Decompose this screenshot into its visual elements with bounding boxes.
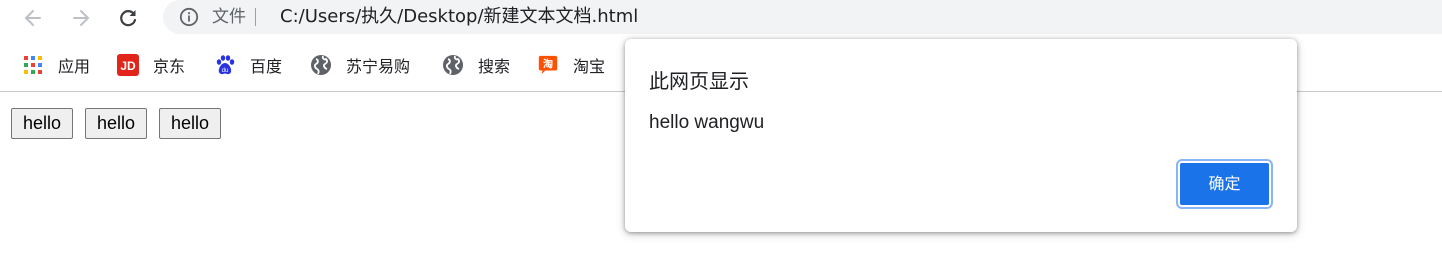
- bookmark-search[interactable]: 搜索: [442, 53, 510, 77]
- ok-button[interactable]: 确定: [1176, 159, 1273, 209]
- url-text[interactable]: C:/Users/执久/Desktop/新建文本文档.html: [280, 6, 638, 28]
- taobao-logo-icon: 淘: [537, 54, 559, 76]
- dialog-title: 此网页显示: [649, 69, 749, 93]
- bookmark-taobao[interactable]: 淘 淘宝: [537, 53, 605, 77]
- info-icon[interactable]: [179, 7, 199, 27]
- globe-icon: [310, 54, 332, 76]
- reload-icon: [120, 10, 137, 27]
- jd-logo-icon: JD: [117, 54, 139, 76]
- url-scheme-label: 文件: [212, 7, 246, 27]
- bookmark-suning[interactable]: 苏宁易购: [310, 53, 410, 77]
- address-bar[interactable]: 文件 C:/Users/执久/Desktop/新建文本文档.html: [163, 0, 1442, 34]
- hello-button[interactable]: hello: [85, 108, 148, 139]
- url-separator: [255, 8, 256, 26]
- svg-text:du: du: [222, 68, 229, 74]
- alert-dialog: 此网页显示 hello wangwu 确定: [625, 39, 1297, 232]
- reload-button[interactable]: [114, 4, 142, 32]
- baidu-paw-icon: du: [214, 54, 236, 76]
- bookmark-jd[interactable]: JD 京东: [117, 53, 185, 77]
- arrow-left-icon: [24, 10, 41, 26]
- hello-button[interactable]: hello: [11, 108, 74, 139]
- bookmark-label: 京东: [153, 57, 186, 76]
- browser-toolbar: 文件 C:/Users/执久/Desktop/新建文本文档.html: [0, 0, 1442, 36]
- bookmark-label: 苏宁易购: [346, 57, 411, 76]
- dialog-message: hello wangwu: [649, 112, 765, 133]
- bookmark-apps[interactable]: 应用: [22, 53, 90, 77]
- svg-text:JD: JD: [120, 59, 136, 73]
- hello-button[interactable]: hello: [159, 108, 222, 139]
- svg-text:淘: 淘: [543, 57, 553, 70]
- back-button[interactable]: [19, 4, 47, 32]
- bookmark-label: 百度: [250, 57, 283, 76]
- bookmark-label: 应用: [58, 57, 91, 76]
- apps-grid-icon: [22, 54, 44, 76]
- bookmark-label: 淘宝: [573, 57, 606, 76]
- arrow-right-icon: [73, 10, 90, 26]
- bookmark-baidu[interactable]: du 百度: [214, 53, 282, 77]
- forward-button[interactable]: [67, 4, 95, 32]
- bookmark-label: 搜索: [478, 57, 511, 76]
- globe-icon: [442, 54, 464, 76]
